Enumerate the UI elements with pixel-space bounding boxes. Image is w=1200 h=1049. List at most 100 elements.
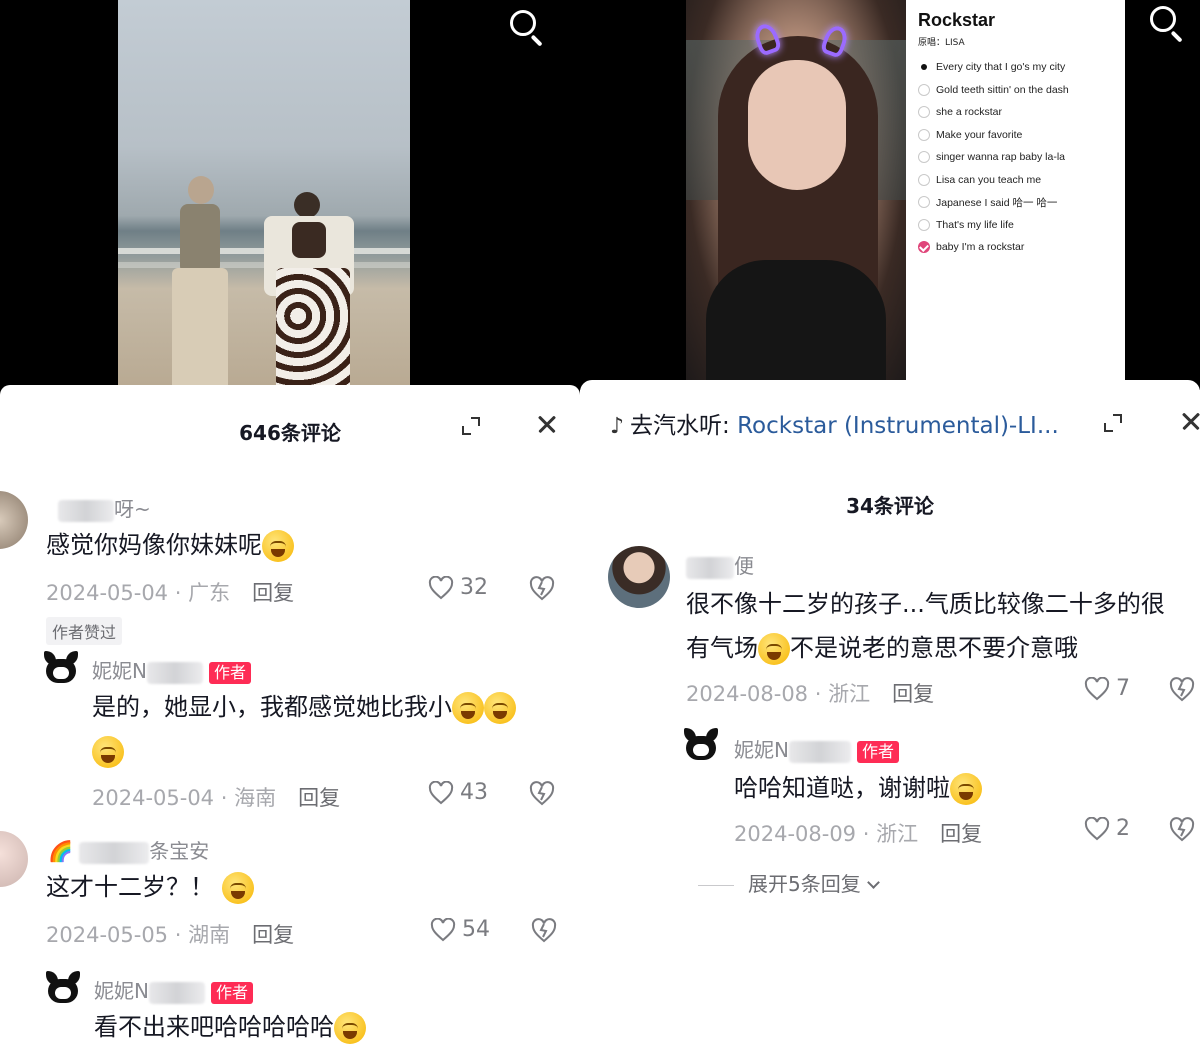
music-note-icon: ♪ (610, 414, 625, 439)
lyric-line: Lisa can you teach me (918, 169, 1113, 192)
comment-meta: 2024-05-05 · 湖南 回复 (46, 923, 295, 947)
close-icon[interactable] (1182, 412, 1200, 430)
radio-icon (918, 128, 930, 141)
crying-emoji (92, 736, 124, 768)
lyric-line: singer wanna rap baby la-la (918, 146, 1113, 169)
dislike-icon[interactable] (1168, 676, 1196, 702)
video-frame-beach (118, 0, 410, 388)
expand-icon[interactable] (462, 417, 480, 435)
reply-button[interactable]: 回复 (298, 786, 340, 810)
video-player[interactable]: Rockstar 原唱：LISA Every city that I go's … (580, 0, 1200, 390)
comment-meta: 2024-05-04 · 广东 回复 (46, 581, 295, 605)
right-screenshot-panel: Rockstar 原唱：LISA Every city that I go's … (580, 0, 1200, 1049)
check-icon (918, 241, 930, 254)
lyrics-original-singer: 原唱：LISA (918, 38, 965, 48)
bullet-icon (918, 61, 930, 73)
like-count: 54 (462, 917, 490, 942)
reply-button[interactable]: 回复 (252, 923, 294, 947)
lyrics-title: Rockstar (918, 10, 996, 30)
heart-icon (428, 780, 454, 805)
lyric-line: Gold teeth sittin' on the dash (918, 79, 1113, 102)
dislike-icon[interactable] (1168, 816, 1196, 842)
like-button[interactable]: 54 (430, 917, 490, 942)
comment-text: 很不像十二岁的孩子...气质比较像二十多的很 有气场 不是说老的意思不要介意哦 (686, 582, 1196, 670)
like-button[interactable]: 43 (428, 780, 488, 805)
laugh-cry-emoji (262, 530, 294, 562)
author-badge: 作者 (856, 740, 899, 763)
comment-nickname[interactable]: 妮妮N 作者 (734, 734, 899, 763)
comment-nickname[interactable]: 妮妮N 作者 (94, 975, 253, 1004)
music-link[interactable]: ♪ 去汽水听: Rockstar (Instrumental)-LI... (610, 406, 1059, 440)
radio-icon (918, 83, 930, 96)
like-count: 2 (1116, 816, 1130, 841)
comment-nickname[interactable]: 🌈 条宝安 (48, 835, 209, 864)
crying-emoji (484, 692, 516, 724)
reply-button[interactable]: 回复 (940, 822, 982, 846)
divider (698, 885, 734, 886)
comments-sheet: 646条评论 呀~ 感觉你妈像你妹妹呢 2024-05-04 · 广东 回复 32… (0, 385, 580, 1049)
like-count: 7 (1116, 676, 1130, 701)
avatar[interactable] (608, 546, 670, 608)
expand-icon[interactable] (1104, 414, 1122, 432)
video-player[interactable] (0, 0, 580, 395)
comment-meta: 2024-05-04 · 海南 回复 (92, 786, 341, 810)
lyrics-card: Rockstar 原唱：LISA Every city that I go's … (906, 0, 1125, 380)
comment-count-title: 646条评论 (239, 421, 341, 445)
video-frame-selfie (686, 0, 906, 390)
radio-icon (918, 173, 930, 186)
lyric-line: she a rockstar (918, 101, 1113, 124)
lyric-line: That's my life life (918, 214, 1113, 237)
lyric-line: Every city that I go's my city (918, 56, 1113, 79)
avatar[interactable] (46, 971, 80, 1005)
like-count: 43 (460, 780, 488, 805)
heart-icon (1084, 816, 1110, 841)
comment-meta: 2024-08-08 · 浙江 回复 (686, 682, 935, 706)
crying-emoji (452, 692, 484, 724)
like-count: 32 (460, 575, 488, 600)
smirk-emoji (334, 1012, 366, 1044)
avatar[interactable] (0, 491, 28, 549)
expand-replies-button[interactable]: 展开5条回复 (698, 868, 880, 897)
dislike-icon[interactable] (528, 575, 556, 601)
author-badge: 作者 (208, 661, 251, 684)
comment-text: 是的，她显小，我都感觉她比我小 (92, 685, 562, 773)
shy-emoji (758, 633, 790, 665)
radio-icon (918, 196, 930, 209)
left-screenshot-panel: 646条评论 呀~ 感觉你妈像你妹妹呢 2024-05-04 · 广东 回复 32… (0, 0, 580, 1049)
close-icon[interactable] (538, 415, 556, 433)
lyric-line: Japanese I said 哈一 哈一 (918, 191, 1113, 214)
comment-meta: 2024-08-09 · 浙江 回复 (734, 822, 983, 846)
radio-icon (918, 218, 930, 231)
pleading-emoji (950, 773, 982, 805)
comments-sheet: ♪ 去汽水听: Rockstar (Instrumental)-LI... 34条… (580, 380, 1200, 1049)
comment-count-title: 34条评论 (846, 494, 934, 518)
reply-button[interactable]: 回复 (252, 581, 294, 605)
reply-button[interactable]: 回复 (892, 682, 934, 706)
search-icon[interactable] (1148, 4, 1188, 44)
comment-nickname[interactable]: 妮妮N 作者 (92, 655, 251, 684)
chevron-down-icon (866, 876, 880, 889)
dislike-icon[interactable] (530, 917, 558, 943)
heart-icon (1084, 676, 1110, 701)
search-icon[interactable] (508, 8, 548, 48)
comment-text: 看不出来吧哈哈哈哈哈 (94, 1005, 366, 1049)
dislike-icon[interactable] (528, 780, 556, 806)
comment-nickname[interactable]: 呀~ (58, 493, 151, 522)
comment-text: 哈哈知道哒，谢谢啦 (734, 766, 982, 810)
radio-icon (918, 151, 930, 164)
radio-icon (918, 106, 930, 119)
like-button[interactable]: 7 (1084, 676, 1130, 701)
like-button[interactable]: 2 (1084, 816, 1130, 841)
heart-icon (430, 917, 456, 942)
avatar[interactable] (44, 651, 78, 685)
like-button[interactable]: 32 (428, 575, 488, 600)
laugh-cry-emoji (221, 872, 254, 904)
author-liked-tag: 作者赞过 (46, 617, 123, 645)
heart-icon (428, 575, 454, 600)
avatar[interactable] (0, 831, 28, 887)
comment-text: 感觉你妈像你妹妹呢 (46, 523, 294, 567)
lyric-line: Make your favorite (918, 124, 1113, 147)
comment-nickname[interactable]: 便 (686, 550, 754, 579)
author-badge: 作者 (210, 981, 253, 1004)
avatar[interactable] (684, 728, 718, 762)
